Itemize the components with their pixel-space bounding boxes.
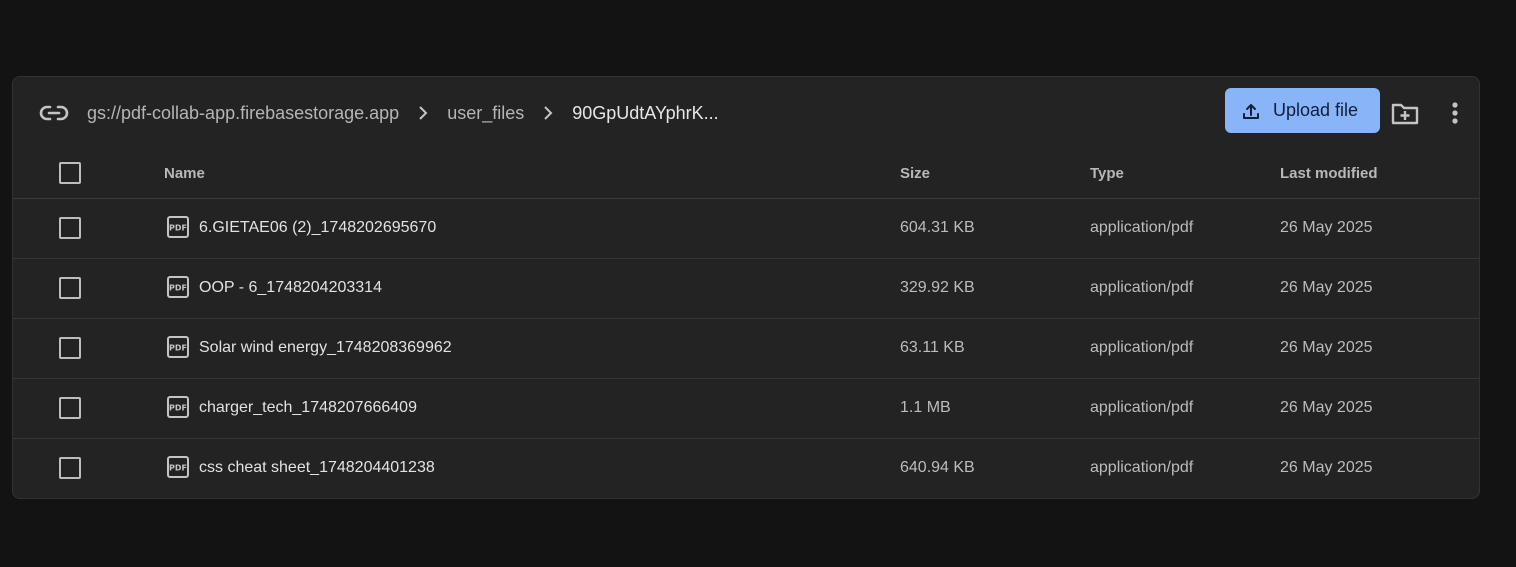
file-size: 63.11 KB xyxy=(900,339,965,356)
svg-text:PDF: PDF xyxy=(169,224,187,233)
file-size: 604.31 KB xyxy=(900,219,975,236)
table-header: Name Size Type Last modified xyxy=(13,149,1479,199)
file-browser-panel: gs://pdf-collab-app.firebasestorage.app … xyxy=(12,76,1480,499)
breadcrumb-folder[interactable]: user_files xyxy=(447,103,524,124)
row-checkbox[interactable] xyxy=(59,217,81,239)
row-checkbox[interactable] xyxy=(59,457,81,479)
column-header-type[interactable]: Type xyxy=(1090,165,1124,182)
column-header-name[interactable]: Name xyxy=(164,165,205,182)
pdf-icon: PDF xyxy=(167,396,189,418)
pdf-icon: PDF xyxy=(167,216,189,238)
chevron-right-icon xyxy=(544,106,553,120)
more-vert-icon[interactable] xyxy=(1445,101,1465,125)
table-row[interactable]: PDF 6.GIETAE06 (2)_1748202695670 604.31 … xyxy=(13,199,1479,259)
pdf-icon: PDF xyxy=(167,456,189,478)
breadcrumb-current: 90GpUdtAYphrK... xyxy=(572,102,719,123)
pdf-icon: PDF xyxy=(167,336,189,358)
file-modified: 26 May 2025 xyxy=(1280,399,1373,416)
column-header-last-modified[interactable]: Last modified xyxy=(1280,165,1378,182)
select-all-checkbox[interactable] xyxy=(59,162,81,184)
breadcrumb: gs://pdf-collab-app.firebasestorage.app … xyxy=(87,101,719,125)
file-modified: 26 May 2025 xyxy=(1280,219,1373,236)
row-checkbox[interactable] xyxy=(59,277,81,299)
svg-text:PDF: PDF xyxy=(169,284,187,293)
link-icon[interactable] xyxy=(39,101,69,125)
file-modified: 26 May 2025 xyxy=(1280,339,1373,356)
file-size: 329.92 KB xyxy=(900,279,975,296)
svg-text:PDF: PDF xyxy=(169,464,187,473)
file-size: 640.94 KB xyxy=(900,459,975,476)
file-name[interactable]: OOP - 6_1748204203314 xyxy=(199,279,382,297)
upload-icon xyxy=(1243,103,1259,119)
table-row[interactable]: PDF charger_tech_1748207666409 1.1 MB ap… xyxy=(13,379,1479,439)
row-checkbox[interactable] xyxy=(59,337,81,359)
breadcrumb-root[interactable]: gs://pdf-collab-app.firebasestorage.app xyxy=(87,103,399,124)
file-modified: 26 May 2025 xyxy=(1280,459,1373,476)
file-type: application/pdf xyxy=(1090,459,1194,476)
file-type: application/pdf xyxy=(1090,219,1194,236)
file-name[interactable]: charger_tech_1748207666409 xyxy=(199,399,417,417)
file-type: application/pdf xyxy=(1090,399,1194,416)
svg-text:PDF: PDF xyxy=(169,344,187,353)
file-modified: 26 May 2025 xyxy=(1280,279,1373,296)
upload-file-button[interactable]: Upload file xyxy=(1225,88,1380,133)
row-checkbox[interactable] xyxy=(59,397,81,419)
file-type: application/pdf xyxy=(1090,339,1194,356)
upload-file-label: Upload file xyxy=(1273,100,1359,120)
toolbar: gs://pdf-collab-app.firebasestorage.app … xyxy=(13,77,1479,149)
table-row[interactable]: PDF css cheat sheet_1748204401238 640.94… xyxy=(13,439,1479,499)
file-name[interactable]: css cheat sheet_1748204401238 xyxy=(199,459,435,477)
svg-text:PDF: PDF xyxy=(169,404,187,413)
file-size: 1.1 MB xyxy=(900,399,951,416)
table-row[interactable]: PDF OOP - 6_1748204203314 329.92 KB appl… xyxy=(13,259,1479,319)
column-header-size[interactable]: Size xyxy=(900,165,930,182)
create-folder-icon[interactable] xyxy=(1390,100,1420,126)
file-name[interactable]: Solar wind energy_1748208369962 xyxy=(199,339,452,357)
pdf-icon: PDF xyxy=(167,276,189,298)
chevron-right-icon xyxy=(419,106,428,120)
file-name[interactable]: 6.GIETAE06 (2)_1748202695670 xyxy=(199,219,436,237)
file-type: application/pdf xyxy=(1090,279,1194,296)
table-row[interactable]: PDF Solar wind energy_1748208369962 63.1… xyxy=(13,319,1479,379)
